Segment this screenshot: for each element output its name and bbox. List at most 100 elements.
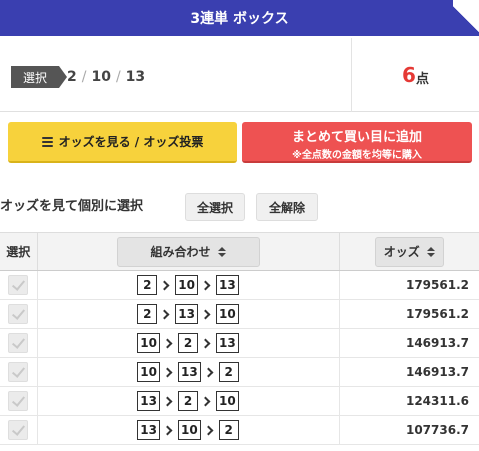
add-all-note: ※全点数の金額を均等に購入 — [292, 150, 422, 161]
selected-numbers: 2 / 10 / 13 — [67, 66, 145, 88]
arrow-right-icon — [200, 280, 211, 290]
combo-number: 2 — [137, 275, 158, 295]
combination: 13 2 10 — [137, 391, 239, 411]
arrow-right-icon — [162, 367, 173, 377]
list-icon — [41, 136, 53, 147]
combo-number: 2 — [218, 420, 239, 440]
odds-cell: 146913.7 — [339, 357, 479, 387]
selected-number: 13 — [125, 69, 146, 85]
row-select-cell — [0, 270, 38, 300]
arrow-right-icon — [159, 280, 170, 290]
combination-cell: 13 10 2 — [37, 415, 340, 445]
arrow-right-icon — [200, 338, 211, 348]
selected-number: 2 — [67, 69, 77, 85]
combination: 2 10 13 — [137, 275, 239, 295]
combination-cell: 10 13 2 — [37, 357, 340, 387]
combo-number: 2 — [137, 304, 158, 324]
selection-left: 選択 2 / 10 / 13 — [0, 38, 352, 112]
combo-number: 13 — [216, 275, 239, 295]
combination: 10 2 13 — [137, 333, 239, 353]
row-checkbox[interactable] — [8, 275, 29, 295]
combination-table: 選択 組み合わせ オッズ 2 10 13 179561.2 2 13 10 179561.2 1… — [0, 232, 479, 445]
page-title: 3連単 ボックス — [190, 11, 289, 27]
row-checkbox[interactable] — [8, 391, 29, 411]
combo-number: 10 — [175, 275, 198, 295]
row-checkbox[interactable] — [8, 420, 29, 440]
combo-number: 2 — [178, 391, 198, 411]
combo-number: 10 — [137, 333, 160, 353]
sort-combination-button[interactable]: 組み合わせ — [116, 236, 260, 267]
separator: / — [81, 69, 87, 85]
combination: 10 13 2 — [137, 362, 239, 382]
arrow-right-icon — [162, 338, 173, 348]
arrow-right-icon — [203, 367, 214, 377]
view-odds-button[interactable]: オッズを見る / オッズ投票 — [8, 122, 237, 163]
combination-cell: 13 2 10 — [37, 386, 340, 416]
selection-summary: 選択 2 / 10 / 13 6 点 — [0, 38, 479, 112]
row-select-cell — [0, 415, 38, 445]
arrow-right-icon — [159, 309, 170, 319]
combination: 13 10 2 — [137, 420, 239, 440]
select-all-button[interactable]: 全選択 — [185, 193, 245, 221]
combination-cell: 2 10 13 — [37, 270, 340, 300]
combo-number: 13 — [137, 391, 160, 411]
table-row[interactable]: 2 10 13 179561.2 — [0, 270, 479, 300]
view-odds-label: オッズを見る / オッズ投票 — [58, 135, 204, 149]
sort-icon — [217, 246, 226, 257]
row-select-cell — [0, 386, 38, 416]
row-select-cell — [0, 357, 38, 387]
combo-number: 13 — [178, 362, 201, 382]
row-select-cell — [0, 328, 38, 358]
combination-column-header: 組み合わせ — [37, 232, 340, 271]
odds-cell: 179561.2 — [339, 299, 479, 329]
combination: 2 13 10 — [137, 304, 239, 324]
combo-number: 13 — [216, 333, 239, 353]
combo-number: 2 — [178, 333, 198, 353]
odds-cell: 107736.7 — [339, 415, 479, 445]
odds-cell: 124311.6 — [339, 386, 479, 416]
row-checkbox[interactable] — [8, 333, 29, 353]
add-all-button[interactable]: まとめて買い目に追加 ※全点数の金額を均等に購入 — [242, 122, 472, 163]
table-row[interactable]: 13 10 2 107736.7 — [0, 415, 479, 445]
page-header: 3連単 ボックス — [0, 0, 479, 36]
corner-fold-icon — [453, 0, 479, 36]
row-checkbox[interactable] — [8, 304, 29, 324]
combo-number: 10 — [216, 304, 239, 324]
combo-number: 10 — [137, 362, 160, 382]
arrow-right-icon — [200, 309, 211, 319]
table-row[interactable]: 10 13 2 146913.7 — [0, 357, 479, 387]
arrow-right-icon — [203, 425, 214, 435]
sort-icon — [426, 246, 435, 257]
combination-cell: 2 13 10 — [37, 299, 340, 329]
individual-select-label: オッズを見て個別に選択 — [0, 199, 144, 214]
combination-header-label: 組み合わせ — [150, 245, 211, 259]
table-row[interactable]: 2 13 10 179561.2 — [0, 299, 479, 329]
combo-number: 10 — [216, 391, 239, 411]
table-row[interactable]: 13 2 10 124311.6 — [0, 386, 479, 416]
odds-cell: 146913.7 — [339, 328, 479, 358]
table-row[interactable]: 10 2 13 146913.7 — [0, 328, 479, 358]
table-header-row: 選択 組み合わせ オッズ — [0, 232, 479, 271]
row-checkbox[interactable] — [8, 362, 29, 382]
odds-column-header: オッズ — [339, 232, 479, 271]
points-value: 6 — [402, 63, 416, 87]
row-select-cell — [0, 299, 38, 329]
combo-number: 13 — [137, 420, 160, 440]
combo-number: 10 — [178, 420, 201, 440]
arrow-right-icon — [162, 425, 173, 435]
clear-all-button[interactable]: 全解除 — [256, 193, 318, 221]
arrow-right-icon — [162, 396, 173, 406]
separator: / — [115, 69, 121, 85]
combo-number: 13 — [175, 304, 198, 324]
select-column-header: 選択 — [0, 232, 38, 271]
points-count: 6 点 — [352, 38, 479, 112]
sort-odds-button[interactable]: オッズ — [374, 236, 444, 267]
odds-cell: 179561.2 — [339, 270, 479, 300]
arrow-right-icon — [200, 396, 211, 406]
selection-tag: 選択 — [11, 66, 67, 88]
selected-number: 10 — [91, 69, 111, 85]
combo-number: 2 — [218, 362, 239, 382]
add-all-label: まとめて買い目に追加 — [291, 130, 422, 145]
combination-cell: 10 2 13 — [37, 328, 340, 358]
points-unit: 点 — [415, 72, 429, 87]
